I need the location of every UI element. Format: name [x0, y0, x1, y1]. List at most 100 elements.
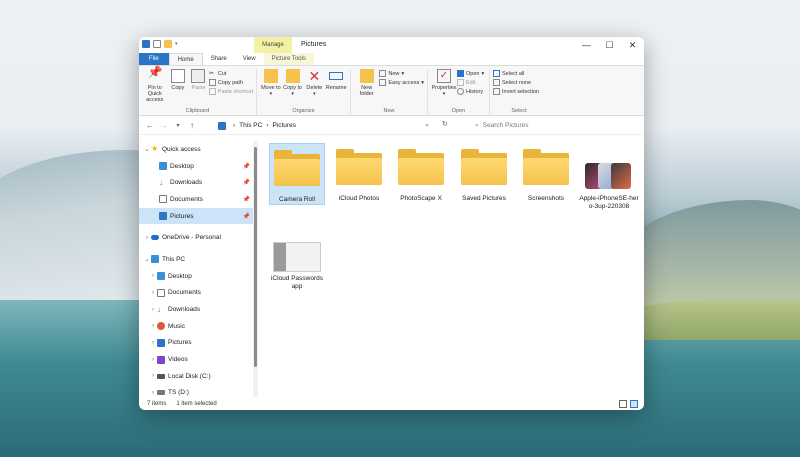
breadcrumb-pictures[interactable]: Pictures — [272, 122, 295, 129]
easy-access-button[interactable]: Easy access ▾ — [379, 79, 424, 86]
invert-selection-label: Invert selection — [502, 88, 539, 95]
paste-shortcut-button[interactable]: Paste shortcut — [208, 88, 253, 95]
drive-icon — [157, 373, 165, 379]
sidebar-quick-access[interactable]: ⌄ ★ Quick access — [139, 141, 253, 158]
refresh-icon[interactable]: ↻ — [442, 120, 448, 128]
easy-access-dropdown-icon: ▾ — [421, 79, 424, 86]
sidebar-item-this-pc[interactable]: ⌄ This PC — [139, 251, 253, 268]
file-name: Saved Pictures — [462, 195, 506, 202]
sidebar-item-ts-drive[interactable]: › TS (D:) — [139, 385, 253, 397]
videos-icon — [157, 355, 165, 364]
sidebar-item-pc-downloads[interactable]: › ↓ Downloads — [139, 301, 253, 318]
sidebar-item-documents[interactable]: Documents 📌 — [139, 191, 253, 208]
pc-videos-label: Videos — [168, 356, 188, 364]
sidebar-item-downloads[interactable]: ↓ Downloads 📌 — [139, 174, 253, 191]
new-item-icon — [379, 70, 387, 77]
invert-selection-button[interactable]: Invert selection — [493, 88, 539, 95]
properties-icon[interactable] — [153, 40, 161, 48]
scissors-icon: ✂ — [208, 71, 214, 77]
scrollbar-thumb[interactable] — [254, 147, 257, 367]
maximize-button[interactable]: ☐ — [598, 37, 621, 53]
large-icons-view-icon[interactable] — [630, 400, 638, 408]
sidebar-item-desktop[interactable]: Desktop 📌 — [139, 158, 253, 175]
up-button[interactable]: ↑ — [185, 121, 199, 130]
pin-icon[interactable]: 📌 — [243, 163, 250, 170]
paste-icon — [191, 69, 206, 83]
minimize-button[interactable]: — — [575, 37, 598, 53]
folder-tile[interactable]: Screenshots — [518, 143, 574, 203]
folder-tile[interactable]: Saved Pictures — [456, 143, 512, 203]
this-pc-label: This PC — [162, 255, 186, 263]
navigation-scrollbar[interactable] — [253, 141, 258, 397]
search-input[interactable]: Search Pictures — [483, 122, 529, 129]
properties-dropdown-icon: ▾ — [442, 91, 446, 97]
folder-tile[interactable]: Camera Roll — [269, 143, 325, 205]
search-box[interactable]: ⌕ Search Pictures — [469, 119, 639, 132]
sidebar-item-onedrive[interactable]: › OneDrive - Personal — [139, 229, 253, 246]
sidebar-item-pictures[interactable]: Pictures 📌 — [139, 207, 253, 225]
file-name: Screenshots — [527, 195, 565, 202]
toolbar-dropdown-icon[interactable]: ▾ — [175, 41, 178, 47]
folder-tile[interactable]: PhotoScape X — [393, 143, 449, 203]
select-all-button[interactable]: Select all — [493, 70, 539, 77]
breadcrumb-this-pc[interactable]: This PC — [239, 122, 262, 129]
select-none-button[interactable]: Select none — [493, 79, 539, 86]
select-none-icon — [493, 79, 500, 86]
folder-icon — [461, 149, 507, 185]
open-label: Open — [466, 70, 480, 77]
pin-icon[interactable]: 📌 — [243, 213, 250, 220]
folder-tile[interactable]: iCloud Photos — [331, 143, 387, 203]
tab-view[interactable]: View — [235, 53, 264, 65]
sidebar-item-pc-videos[interactable]: › Videos — [139, 351, 253, 368]
tab-home[interactable]: Home — [168, 53, 203, 65]
manage-context-tab[interactable]: Manage — [254, 37, 292, 53]
star-icon: ★ — [151, 144, 159, 154]
edit-button[interactable]: Edit — [457, 79, 484, 86]
new-folder-label: New folder — [359, 85, 374, 97]
file-name: PhotoScape X — [400, 195, 442, 202]
new-item-dropdown-icon: ▾ — [401, 70, 405, 77]
file-name: Camera Roll — [278, 196, 316, 203]
address-dropdown-icon[interactable]: ⌄ — [424, 120, 430, 128]
breadcrumb-sep-icon: › — [233, 122, 236, 129]
item-count: 7 items — [147, 401, 167, 407]
onedrive-label: OneDrive - Personal — [162, 234, 221, 242]
search-icon: ⌕ — [475, 121, 479, 129]
sidebar-item-pc-desktop[interactable]: › Desktop — [139, 268, 253, 285]
new-folder-icon[interactable] — [164, 40, 172, 48]
details-view-icon[interactable] — [619, 400, 627, 408]
open-button[interactable]: Open ▾ — [457, 70, 484, 77]
forward-button[interactable]: → — [157, 121, 171, 130]
invert-selection-icon — [493, 88, 500, 95]
sidebar-item-pc-music[interactable]: › Music — [139, 318, 253, 335]
tab-picture-tools[interactable]: Picture Tools — [263, 53, 314, 65]
recent-locations-button[interactable]: ▾ — [171, 122, 185, 129]
clipboard-group: 📌 Pin to Quick access Copy Paste ✂ Cut Co… — [139, 66, 257, 115]
image-tile[interactable]: iCloud Passwords app — [269, 238, 325, 291]
address-bar-row: ← → ▾ ↑ › This PC › Pictures ⌄ ↻ ⌕ Searc… — [139, 116, 644, 135]
tab-file[interactable]: File — [139, 53, 169, 65]
new-item-button[interactable]: New ▾ — [379, 70, 424, 77]
back-button[interactable]: ← — [143, 121, 157, 130]
pin-icon[interactable]: 📌 — [243, 196, 250, 203]
pin-icon[interactable]: 📌 — [243, 179, 250, 186]
new-group: New folder New ▾ Easy access ▾ New — [351, 69, 428, 115]
sidebar-item-pc-documents[interactable]: › Documents — [139, 285, 253, 302]
cut-button[interactable]: ✂ Cut — [208, 70, 253, 78]
history-icon — [457, 88, 464, 95]
edit-label: Edit — [466, 79, 476, 86]
file-view: Camera Roll iCloud Photos PhotoScape X S… — [261, 141, 644, 397]
documents-icon — [157, 288, 165, 297]
expanded-chevron-icon: ⌄ — [144, 146, 150, 153]
tab-share[interactable]: Share — [203, 53, 235, 65]
close-button[interactable]: ✕ — [621, 37, 644, 53]
copy-path-button[interactable]: Copy path — [208, 79, 253, 86]
clipboard-group-label: Clipboard — [185, 108, 210, 114]
music-icon — [157, 322, 165, 331]
sidebar-item-pc-pictures[interactable]: › Pictures — [139, 335, 253, 352]
sidebar-item-local-disk[interactable]: › Local Disk (C:) — [139, 368, 253, 385]
collapsed-chevron-icon: › — [152, 339, 154, 346]
history-button[interactable]: History — [457, 88, 484, 95]
image-tile[interactable]: Apple-iPhoneSE-hero-3up-220308 — [579, 143, 639, 211]
breadcrumb[interactable]: › This PC › Pictures — [214, 119, 440, 132]
